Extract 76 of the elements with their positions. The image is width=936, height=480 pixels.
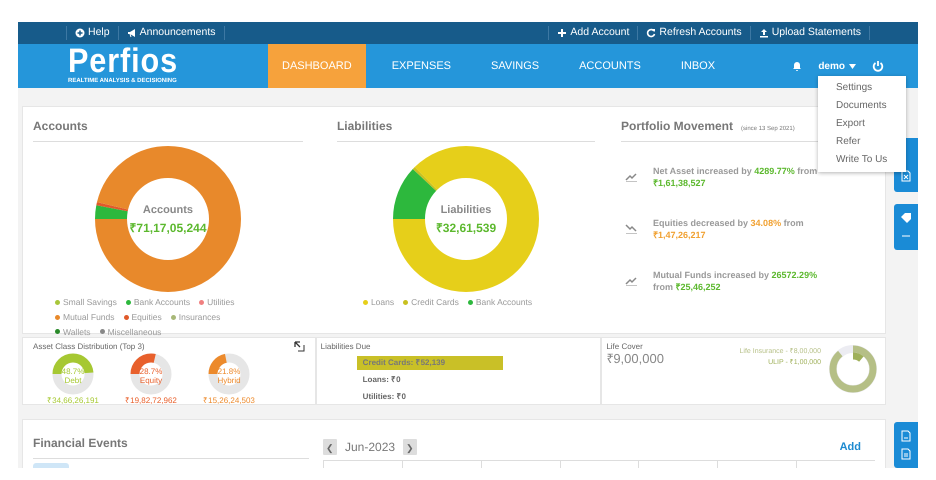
section-title: Financial Events xyxy=(33,434,309,459)
expand-icon xyxy=(294,341,305,352)
gauge-label: Equity xyxy=(138,376,164,385)
menu-item[interactable]: Write To Us xyxy=(818,151,906,169)
movement-text: Net Asset increased by 4289.77% from ₹1,61,38,527 xyxy=(653,165,818,189)
legend-label: Equities xyxy=(132,310,162,324)
section-title: Life Cover xyxy=(606,341,644,353)
gauge-value: ₹19,82,72,962 xyxy=(125,396,177,405)
nav-tab[interactable]: INBOX xyxy=(666,44,730,88)
due-item: Credit Cards: ₹52,139 xyxy=(356,356,503,370)
legend-label: Insurances xyxy=(178,310,220,324)
section-title: Liabilities Due xyxy=(320,341,372,353)
nav-tab[interactable]: EXPENSES xyxy=(378,44,465,88)
announce-link[interactable]: Announcements xyxy=(118,26,224,40)
gauge-chart xyxy=(52,353,94,395)
legend-label: Wallets xyxy=(63,326,91,338)
plus-icon xyxy=(557,28,568,38)
gauge-chart xyxy=(130,353,172,395)
menu-item[interactable]: Settings xyxy=(818,79,906,97)
gauge-percent: 48.7% xyxy=(60,367,86,376)
gauge-label: Hybrid xyxy=(216,376,242,385)
tag-icon xyxy=(900,212,912,224)
gauge-percent: 28.7% xyxy=(138,367,164,376)
section-title: Portfolio Movement xyxy=(621,118,734,135)
menu-item[interactable]: Documents xyxy=(818,97,906,115)
power-icon xyxy=(872,60,884,72)
bell-icon xyxy=(792,61,802,71)
trend-down-icon xyxy=(625,224,637,234)
help-link[interactable]: Help xyxy=(66,26,118,40)
center-label: Accounts xyxy=(142,203,194,218)
trend-up-icon xyxy=(625,276,637,286)
prev-month-button[interactable]: ❮ xyxy=(323,439,337,455)
gauge-value: ₹15,26,24,503 xyxy=(203,396,255,405)
nav-tab[interactable]: ACCOUNTS xyxy=(565,44,655,88)
due-item: Loans: ₹0 xyxy=(362,374,402,386)
side-tab[interactable] xyxy=(894,422,918,468)
legend-label: Miscellaneous xyxy=(108,326,162,338)
add-link[interactable]: Add Account xyxy=(548,26,638,40)
legend-label: Credit Cards xyxy=(411,296,459,309)
gauge-percent: 21.8% xyxy=(216,367,242,376)
section-title: Accounts xyxy=(33,117,303,142)
section-title: Liabilities xyxy=(336,117,595,142)
legend-label: Loans xyxy=(370,296,394,309)
center-value: ₹71,17,05,244 xyxy=(129,220,206,236)
caret-icon xyxy=(849,64,856,68)
legend-label: Bank Accounts xyxy=(476,296,532,309)
cover-amount: ₹9,00,000 xyxy=(606,353,664,365)
user-menu[interactable]: demo xyxy=(818,58,856,74)
center-label: Liabilities xyxy=(440,203,492,218)
gauge-label: Debt xyxy=(64,376,82,385)
refresh-icon xyxy=(646,28,656,38)
gauge-value: ₹34,66,26,191 xyxy=(47,396,99,405)
legend-label: Bank Accounts xyxy=(134,296,190,309)
upload-icon xyxy=(758,28,769,38)
center-value: ₹32,61,539 xyxy=(436,220,496,236)
megaphone-icon xyxy=(126,28,137,38)
trend-up-icon xyxy=(625,172,637,182)
upload-link[interactable]: Upload Statements xyxy=(750,26,870,40)
movement-text: Equities decreased by 34.08% from ₹1,47,26,217 xyxy=(653,217,805,241)
add-link[interactable]: Add xyxy=(840,438,861,456)
legend-label: Utilities xyxy=(207,296,234,309)
section-title: Asset Class Distribution (Top 3) xyxy=(33,341,145,353)
nav-tab[interactable]: SAVINGS xyxy=(477,44,554,88)
refresh-link[interactable]: Refresh Accounts xyxy=(637,26,750,40)
menu-item[interactable]: Refer xyxy=(818,133,906,151)
due-item: Utilities: ₹0 xyxy=(362,391,407,403)
month-label: Jun-2023 xyxy=(344,439,396,456)
next-month-button[interactable]: ❯ xyxy=(403,439,418,455)
document-icon xyxy=(900,448,912,460)
legend-label: Mutual Funds xyxy=(63,310,114,324)
side-tab[interactable] xyxy=(894,204,918,250)
movement-text: Mutual Funds increased by 26572.29% from ₹25,46,252 xyxy=(653,269,818,293)
legend-label: Small Savings xyxy=(63,296,117,309)
menu-item[interactable]: Export xyxy=(818,115,906,133)
gauge-chart xyxy=(208,353,250,395)
help-icon xyxy=(75,28,85,38)
